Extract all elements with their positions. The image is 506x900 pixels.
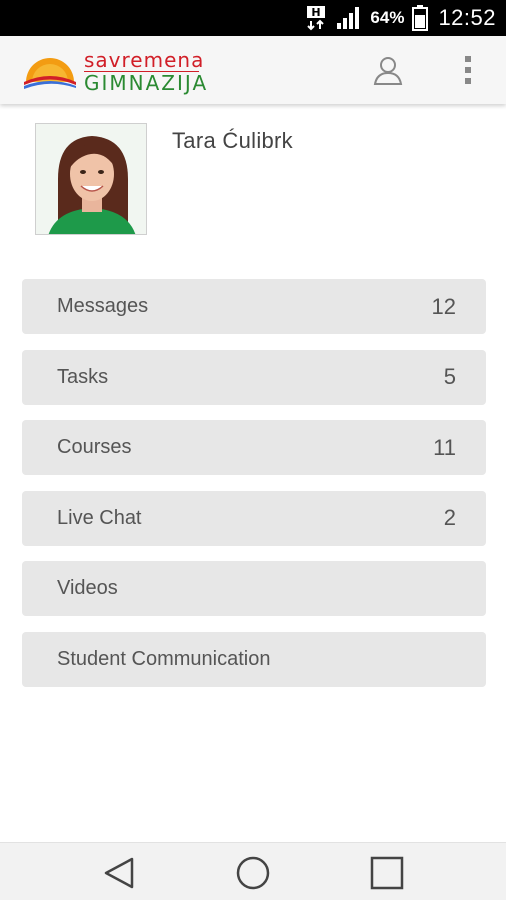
menu-item-count: 2 <box>443 505 456 531</box>
menu-item-live-chat[interactable]: Live Chat 2 <box>22 490 486 546</box>
back-icon <box>104 857 134 889</box>
app-screen: H 64% 12:52 savremena GIMNAZIJA Tara Ćul… <box>0 0 506 900</box>
menu-item-student-communication[interactable]: Student Communication <box>22 631 486 687</box>
nav-back-button[interactable] <box>102 855 138 891</box>
school-logo[interactable]: savremena GIMNAZIJA <box>22 50 208 93</box>
battery-percent: 64% <box>370 8 405 27</box>
nav-recents-button[interactable] <box>369 855 405 891</box>
avatar[interactable] <box>35 123 147 235</box>
menu-item-count: 12 <box>431 293 456 319</box>
battery-icon <box>412 5 429 31</box>
menu-item-courses[interactable]: Courses 11 <box>22 420 486 476</box>
menu-item-label: Student Communication <box>57 647 271 670</box>
menu-item-label: Messages <box>57 295 149 317</box>
home-icon <box>236 856 270 890</box>
menu-item-videos[interactable]: Videos <box>22 561 486 617</box>
menu-item-count: 5 <box>443 364 456 390</box>
logo-sun-icon <box>24 57 76 89</box>
overflow-menu-button[interactable] <box>458 52 478 88</box>
logo-line1: savremena <box>84 48 205 72</box>
recents-icon <box>370 856 404 890</box>
menu-item-label: Courses <box>57 436 132 459</box>
profile-name: Tara Ćulibrk <box>172 128 293 153</box>
status-bar: H 64% 12:52 <box>0 0 506 36</box>
nav-home-button[interactable] <box>235 855 271 891</box>
network-type-icon: H <box>306 5 328 31</box>
menu-item-label: Videos <box>57 577 118 600</box>
menu-item-label: Live Chat <box>57 506 142 529</box>
avatar-photo <box>36 124 146 234</box>
logo-line2: GIMNAZIJA <box>84 71 209 95</box>
signal-strength-icon <box>336 6 362 30</box>
menu-item-messages[interactable]: Messages 12 <box>22 279 486 334</box>
navigation-bar <box>0 842 506 900</box>
menu-item-count: 11 <box>433 434 456 460</box>
more-vert-icon <box>465 56 471 84</box>
user-icon <box>373 57 403 85</box>
profile-button[interactable] <box>372 54 404 86</box>
menu-item-tasks[interactable]: Tasks 5 <box>22 349 486 405</box>
app-header: savremena GIMNAZIJA <box>0 36 506 104</box>
svg-text:H: H <box>312 6 321 19</box>
menu-item-label: Tasks <box>57 365 109 388</box>
menu-list: Messages 12 Tasks 5 Courses 11 Live Chat… <box>22 279 486 703</box>
clock: 12:52 <box>438 5 496 30</box>
